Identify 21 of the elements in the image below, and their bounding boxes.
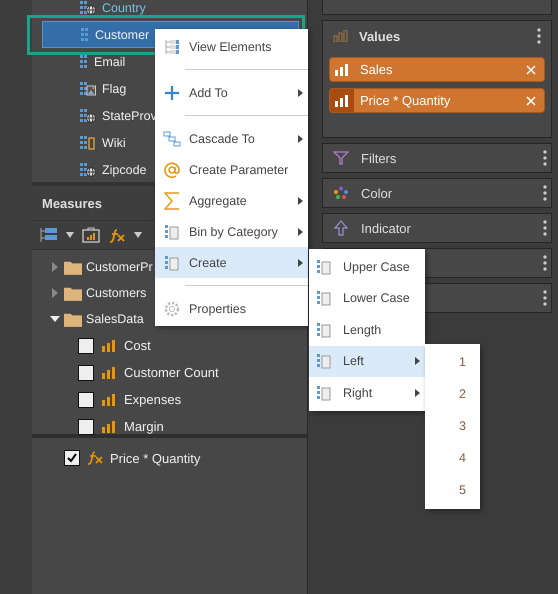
measure-label: Cost (124, 338, 151, 353)
field-label: Flag (102, 82, 126, 96)
card-title: Values (359, 28, 402, 44)
measure-label: Customer Count (124, 365, 219, 380)
card-title: Indicator (361, 220, 412, 236)
field-label: Customer (95, 28, 150, 42)
field-label: Zipcode (102, 162, 146, 176)
field-label: Wiki (102, 136, 126, 150)
card-title: Filters (361, 150, 398, 166)
card-title: Color (361, 186, 394, 200)
folder-label: CustomerPr (86, 260, 153, 274)
chip-label: Sales (360, 62, 394, 77)
field-label: Email (94, 54, 126, 68)
field-label: Country (102, 0, 146, 14)
measure-label: Margin (124, 419, 164, 434)
panel-title: Measures (42, 196, 102, 210)
folder-label: Customers (86, 286, 146, 300)
chip-label: Price * Quantity (360, 93, 452, 108)
calculated-label: Price * Quantity (110, 450, 200, 466)
measure-label: Expenses (124, 392, 182, 407)
folder-label: SalesData (86, 312, 144, 326)
